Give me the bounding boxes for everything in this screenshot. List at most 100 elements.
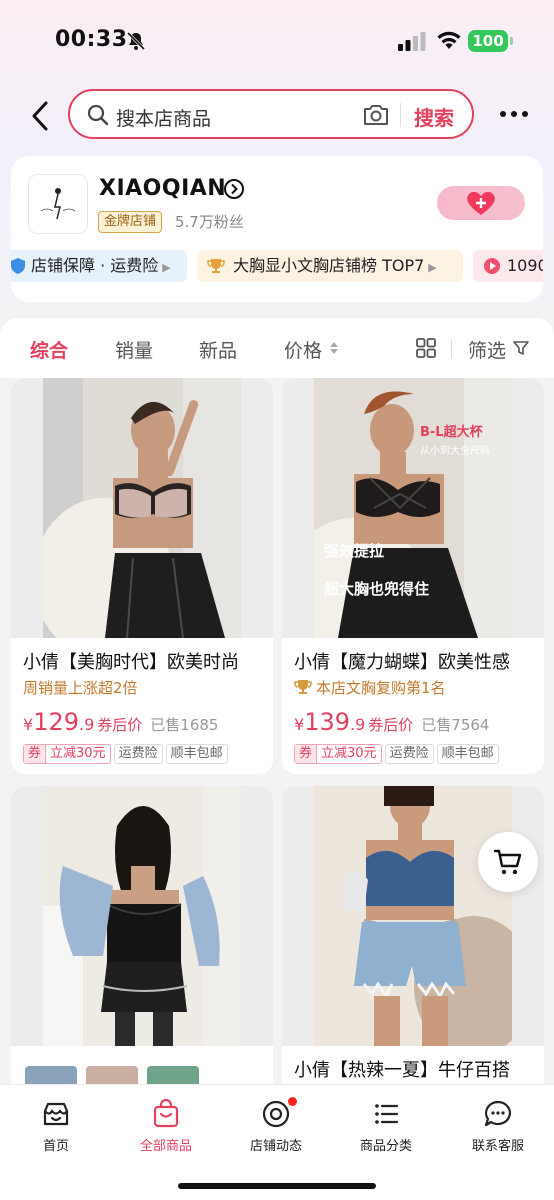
filter-button[interactable]: 筛选	[468, 336, 506, 363]
product-title[interactable]: 小倩【美胸时代】欧美时尚	[23, 648, 267, 674]
product-title[interactable]: 小倩【魔力蝴蝶】欧美性感	[294, 648, 538, 674]
filter-icon[interactable]	[513, 340, 529, 356]
product-photo	[314, 786, 512, 1046]
camera-icon[interactable]	[362, 102, 390, 128]
nav-home[interactable]: 首页	[6, 1099, 106, 1154]
coupon-value: 立减30元	[50, 746, 106, 761]
tab-new[interactable]: 新品	[199, 336, 237, 363]
nav-label: 全部商品	[139, 1139, 192, 1154]
search-divider	[400, 103, 401, 127]
status-time: 00:33	[55, 27, 128, 52]
chip-label: 店铺保障 · 运费险	[31, 256, 159, 275]
product-highlight-text: 本店文胸复购第1名	[316, 679, 446, 697]
nav-label: 首页	[42, 1139, 69, 1154]
sort-bar: 综合 销量 新品 价格 筛选	[0, 318, 554, 378]
shopping-bag-icon	[153, 1099, 179, 1128]
price-currency: ¥	[294, 715, 305, 734]
cart-button[interactable]	[478, 832, 538, 892]
chat-bubble-icon	[484, 1100, 511, 1127]
freight-insurance-tag: 运费险	[384, 744, 434, 764]
product-card[interactable]: B-L超大杯 从小到大全尺码 强效提拉 超大胸也兜得住 小倩【魔力蝴蝶】欧美性感…	[282, 378, 544, 774]
bell-mute-icon	[126, 31, 146, 51]
follow-button[interactable]	[437, 186, 525, 220]
image-text: 从小到大全尺码	[420, 444, 490, 457]
free-shipping-tag: 顺丰包邮	[436, 744, 499, 764]
nav-customer-service[interactable]: 联系客服	[448, 1099, 548, 1154]
image-text: 超大胸也兜得住	[323, 580, 429, 598]
sold-count: 已售1685	[150, 716, 219, 734]
price-decimal: .9	[79, 715, 95, 734]
product-highlight: 周销量上涨超2倍	[23, 679, 138, 697]
image-text: B-L超大杯	[420, 424, 484, 440]
search-bar[interactable]: 搜本店商品 搜索	[68, 89, 474, 139]
store-name[interactable]: XIAOQIAN	[99, 176, 226, 201]
grid-view-icon[interactable]	[416, 338, 436, 358]
product-tags: 券立减30元 运费险 顺丰包邮	[294, 742, 502, 764]
price-note: 券后价	[368, 716, 414, 734]
freight-insurance-tag: 运费险	[113, 744, 163, 764]
product-image[interactable]	[11, 378, 273, 638]
more-icon[interactable]	[498, 104, 530, 124]
product-feed: 小倩【美胸时代】欧美时尚 周销量上涨超2倍 ¥129.9 券后价 已售1685 券立…	[0, 378, 554, 1096]
product-image[interactable]	[282, 786, 544, 1046]
product-image[interactable]: B-L超大杯 从小到大全尺码 强效提拉 超大胸也兜得住	[282, 378, 544, 638]
status-bar: 00:33 100	[0, 0, 554, 80]
heart-plus-icon	[467, 191, 495, 215]
nav-all-products[interactable]: 全部商品	[116, 1099, 216, 1154]
store-home-icon	[43, 1102, 69, 1126]
battery-indicator: 100	[468, 30, 513, 52]
sort-arrows-icon[interactable]	[329, 340, 339, 356]
price-note: 券后价	[97, 716, 143, 734]
product-card[interactable]	[11, 786, 273, 1096]
shield-icon	[11, 258, 25, 274]
bottom-nav: 首页 全部商品 店铺动态 商品分类 联系客服	[0, 1084, 554, 1200]
nav-store-updates[interactable]: 店铺动态	[226, 1097, 326, 1154]
trophy-icon	[207, 259, 225, 273]
home-indicator	[178, 1183, 376, 1189]
price-integer: 139	[304, 708, 350, 736]
price-decimal: .9	[350, 715, 366, 734]
store-ranking-chip[interactable]: 大胸显小文胸店铺榜 TOP7 ▶	[197, 250, 463, 282]
notification-dot	[288, 1097, 297, 1106]
chip-label: 1090	[507, 256, 543, 275]
store-guarantee-chip[interactable]: 店铺保障 · 运费险 ▶	[11, 250, 187, 282]
nav-label: 联系客服	[471, 1139, 524, 1154]
store-live-chip[interactable]: 1090	[473, 250, 543, 282]
sort-divider	[451, 340, 452, 358]
price-row: ¥139.9 券后价 已售7564	[294, 708, 489, 736]
coupon-value: 立减30元	[321, 746, 377, 761]
nav-categories[interactable]: 商品分类	[336, 1099, 436, 1154]
product-tags: 券立减30元 运费险 顺丰包邮	[23, 742, 231, 764]
search-button[interactable]: 搜索	[414, 102, 454, 131]
free-shipping-tag: 顺丰包邮	[165, 744, 228, 764]
store-logo-graphic	[40, 188, 76, 220]
search-icon	[87, 104, 109, 126]
chevron-right-circle-icon[interactable]	[223, 178, 245, 200]
wifi-icon	[437, 31, 461, 49]
trophy-icon	[294, 680, 312, 694]
back-icon[interactable]	[26, 99, 54, 133]
play-icon	[484, 258, 500, 274]
signal-icon	[398, 32, 426, 51]
chip-arrow-icon: ▶	[428, 261, 437, 274]
tab-price[interactable]: 价格	[284, 336, 322, 363]
nav-label: 商品分类	[359, 1139, 412, 1154]
product-photo	[43, 378, 241, 638]
product-card[interactable]: 小倩【美胸时代】欧美时尚 周销量上涨超2倍 ¥129.9 券后价 已售1685 券立…	[11, 378, 273, 774]
product-image[interactable]	[11, 786, 273, 1046]
camera-lens-icon	[262, 1100, 290, 1128]
store-card: XIAOQIAN 金牌店铺 5.7万粉丝 店铺保障 · 运费险 ▶ 大胸显小文胸店…	[11, 156, 543, 302]
cart-icon	[493, 849, 522, 875]
tab-comprehensive[interactable]: 综合	[30, 336, 68, 363]
price-currency: ¥	[23, 715, 34, 734]
gold-store-badge: 金牌店铺	[98, 211, 163, 233]
coupon-label: 券	[295, 745, 318, 763]
store-logo[interactable]	[28, 174, 88, 234]
chip-label: 大胸显小文胸店铺榜 TOP7	[233, 256, 425, 275]
coupon-label: 券	[24, 745, 47, 763]
product-photo	[43, 786, 241, 1046]
coupon-tag: 券立减30元	[294, 744, 382, 764]
search-input[interactable]: 搜本店商品	[116, 104, 211, 131]
tab-sales[interactable]: 销量	[115, 336, 153, 363]
product-title[interactable]: 小倩【热辣一夏】牛仔百搭	[294, 1056, 538, 1082]
